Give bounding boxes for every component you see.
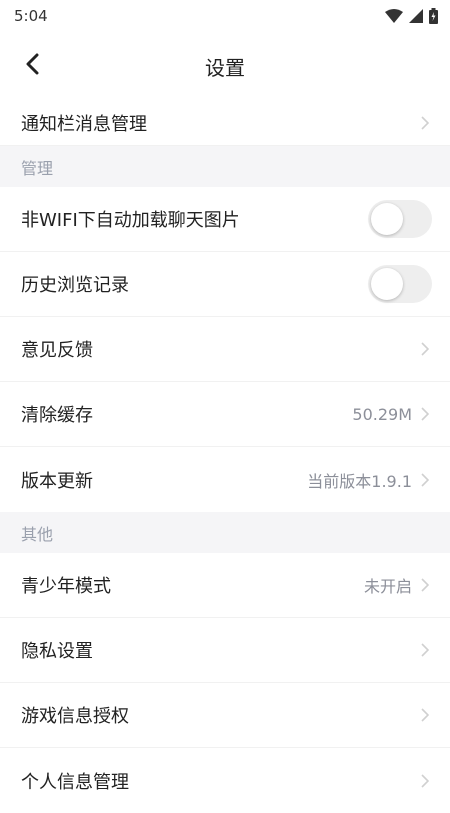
settings-item-game-auth[interactable]: 游戏信息授权 bbox=[0, 683, 450, 748]
chevron-right-icon bbox=[420, 773, 430, 789]
battery-icon bbox=[429, 8, 438, 24]
settings-item-non-wifi-images: 非WIFI下自动加载聊天图片 bbox=[0, 187, 450, 252]
toggle-knob bbox=[371, 203, 403, 235]
item-label: 版本更新 bbox=[21, 470, 93, 492]
settings-item-personal-info[interactable]: 个人信息管理 bbox=[0, 748, 450, 813]
item-label: 个人信息管理 bbox=[21, 771, 129, 793]
status-icons bbox=[385, 8, 438, 24]
signal-icon bbox=[409, 9, 423, 23]
page-title: 设置 bbox=[205, 55, 245, 80]
item-label: 非WIFI下自动加载聊天图片 bbox=[21, 210, 240, 231]
settings-item-feedback[interactable]: 意见反馈 bbox=[0, 317, 450, 382]
back-button[interactable] bbox=[18, 52, 46, 80]
chevron-right-icon bbox=[420, 642, 430, 658]
chevron-right-icon bbox=[420, 341, 430, 357]
settings-item-privacy[interactable]: 隐私设置 bbox=[0, 618, 450, 683]
item-label: 通知栏消息管理 bbox=[21, 113, 147, 135]
settings-item-notification-manage[interactable]: 通知栏消息管理 bbox=[0, 100, 450, 146]
item-label: 隐私设置 bbox=[21, 641, 93, 662]
item-label: 游戏信息授权 bbox=[21, 706, 129, 727]
chevron-right-icon bbox=[420, 472, 430, 488]
non-wifi-images-toggle[interactable] bbox=[368, 200, 432, 238]
section-header-other: 其他 bbox=[0, 512, 450, 553]
nav-bar: 设置 bbox=[0, 32, 450, 100]
settings-item-teen-mode[interactable]: 青少年模式 未开启 bbox=[0, 553, 450, 618]
chevron-right-icon bbox=[420, 115, 430, 131]
current-version-value: 当前版本1.9.1 bbox=[307, 471, 412, 491]
chevron-right-icon bbox=[420, 707, 430, 723]
chevron-right-icon bbox=[420, 577, 430, 593]
item-label: 历史浏览记录 bbox=[21, 275, 129, 296]
status-time: 5:04 bbox=[14, 7, 48, 25]
item-label: 意见反馈 bbox=[21, 340, 93, 361]
wifi-icon bbox=[385, 9, 403, 23]
teen-mode-status: 未开启 bbox=[363, 577, 412, 596]
status-bar: 5:04 bbox=[0, 0, 450, 32]
cache-size-value: 50.29M bbox=[352, 404, 412, 424]
settings-item-version-update[interactable]: 版本更新 当前版本1.9.1 bbox=[0, 447, 450, 512]
chevron-left-icon bbox=[25, 53, 39, 79]
item-label: 清除缓存 bbox=[21, 405, 93, 426]
section-header-manage: 管理 bbox=[0, 146, 450, 187]
browse-history-toggle[interactable] bbox=[368, 265, 432, 303]
settings-item-browse-history: 历史浏览记录 bbox=[0, 252, 450, 317]
item-label: 青少年模式 bbox=[21, 576, 111, 597]
chevron-right-icon bbox=[420, 406, 430, 422]
settings-item-clear-cache[interactable]: 清除缓存 50.29M bbox=[0, 382, 450, 447]
toggle-knob bbox=[371, 268, 403, 300]
